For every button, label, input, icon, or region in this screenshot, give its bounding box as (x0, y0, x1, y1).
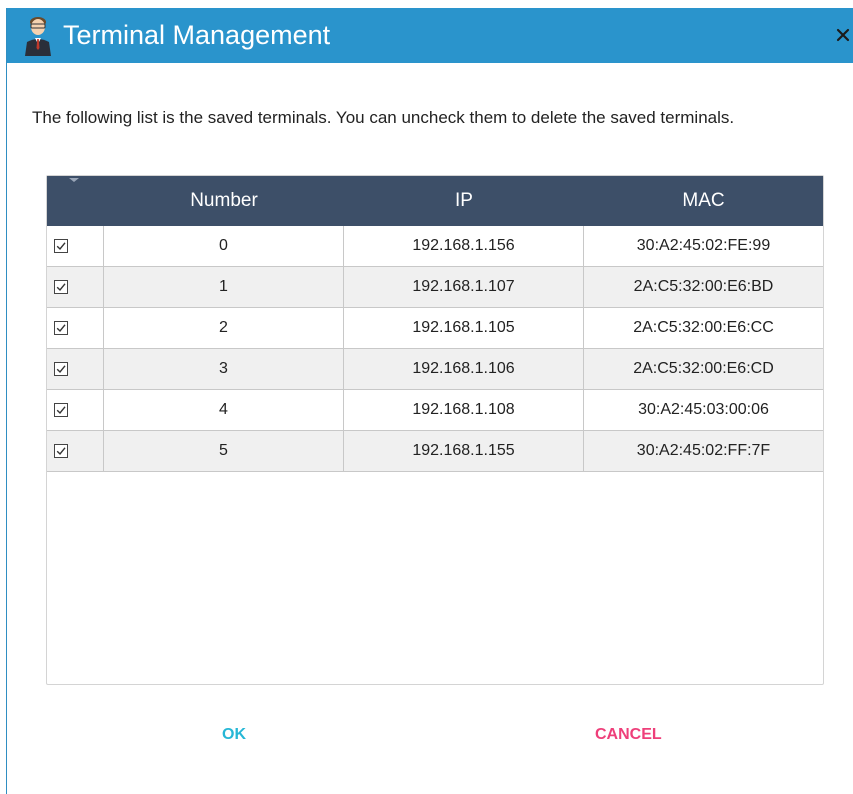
checkmark-icon (56, 406, 66, 415)
cell-ip: 192.168.1.155 (344, 431, 584, 471)
table-row[interactable]: 0 192.168.1.156 30:A2:45:02:FE:99 (47, 226, 823, 267)
dialog-title: Terminal Management (63, 20, 331, 50)
cell-number: 0 (104, 226, 344, 266)
row-checkbox[interactable] (54, 280, 68, 294)
checkmark-icon (56, 365, 66, 374)
terminals-table: Number IP MAC 0 192.168.1.156 30:A2:45:02:… (46, 175, 824, 685)
cell-number: 2 (104, 308, 344, 348)
column-header-mac[interactable]: MAC (584, 176, 823, 226)
cell-number: 5 (104, 431, 344, 471)
table-row[interactable]: 5 192.168.1.155 30:A2:45:02:FF:7F (47, 431, 823, 472)
cell-number: 3 (104, 349, 344, 389)
row-checkbox-cell (47, 390, 104, 430)
row-checkbox[interactable] (54, 321, 68, 335)
column-header-ip[interactable]: IP (344, 176, 584, 226)
row-checkbox[interactable] (54, 444, 68, 458)
cell-number: 1 (104, 267, 344, 307)
cell-mac: 30:A2:45:02:FF:7F (636, 442, 771, 459)
dialog-description: The following list is the saved terminal… (32, 108, 735, 127)
row-checkbox[interactable] (54, 239, 68, 253)
cell-number: 4 (104, 390, 344, 430)
title-bar: Terminal Management (7, 8, 853, 63)
cell-mac: 2A:C5:32:00:E6:CC (633, 319, 774, 336)
checkmark-icon (56, 324, 66, 333)
cell-mac: 30:A2:45:02:FE:99 (636, 237, 771, 254)
cell-ip: 192.168.1.108 (344, 390, 584, 430)
row-checkbox-cell (47, 267, 104, 307)
row-checkbox-cell (47, 308, 104, 348)
row-checkbox[interactable] (54, 403, 68, 417)
row-checkbox-cell (47, 349, 104, 389)
table-header: Number IP MAC (47, 176, 823, 226)
cell-ip: 192.168.1.105 (344, 308, 584, 348)
row-checkbox-cell (47, 226, 104, 266)
checkmark-icon (56, 242, 66, 251)
caret-down-icon[interactable] (69, 178, 79, 182)
cell-mac: 30:A2:45:03:00:06 (638, 401, 769, 418)
cell-mac: 2A:C5:32:00:E6:BD (633, 278, 774, 295)
row-checkbox-cell (47, 431, 104, 471)
cell-ip: 192.168.1.107 (344, 267, 584, 307)
ok-button[interactable]: OK (212, 720, 256, 750)
user-avatar-icon (23, 14, 53, 56)
cancel-button[interactable]: CANCEL (585, 720, 672, 750)
cell-ip: 192.168.1.156 (344, 226, 584, 266)
table-row[interactable]: 2 192.168.1.105 2A:C5:32:00:E6:CC (47, 308, 823, 349)
close-icon[interactable] (834, 23, 853, 47)
checkmark-icon (56, 447, 66, 456)
checkmark-icon (56, 283, 66, 292)
table-row[interactable]: 1 192.168.1.107 2A:C5:32:00:E6:BD (47, 267, 823, 308)
table-row[interactable]: 3 192.168.1.106 2A:C5:32:00:E6:CD (47, 349, 823, 390)
column-header-number[interactable]: Number (104, 176, 344, 226)
cell-ip: 192.168.1.106 (344, 349, 584, 389)
table-row[interactable]: 4 192.168.1.108 30:A2:45:03:00:06 (47, 390, 823, 431)
cell-mac: 2A:C5:32:00:E6:CD (633, 360, 774, 377)
terminal-management-dialog: Terminal Management The following list i… (6, 8, 853, 794)
row-checkbox[interactable] (54, 362, 68, 376)
